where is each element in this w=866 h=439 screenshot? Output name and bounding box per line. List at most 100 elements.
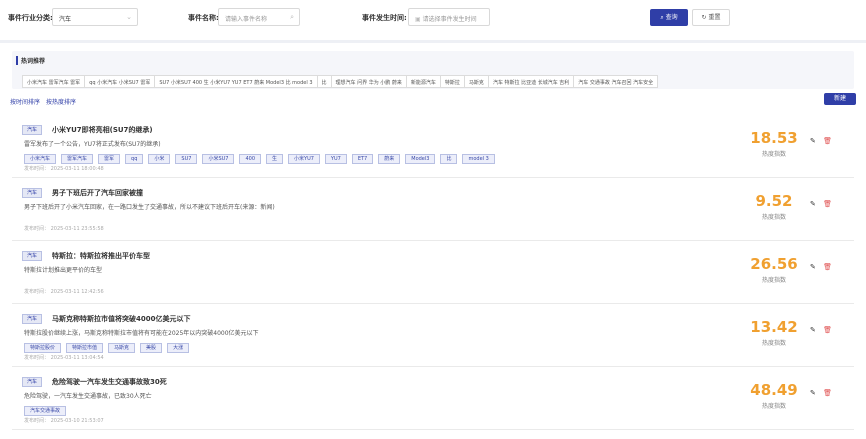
event-tag[interactable]: 蔚来 (378, 154, 401, 164)
sort-tabs: 按时间排序 按热度排序 (10, 97, 80, 106)
heat-score-label: 热度指数 (761, 340, 786, 347)
keyword-chip[interactable]: 特斯拉 (439, 75, 465, 88)
heat-score: 18.53 热度指数 (744, 129, 804, 158)
edit-icon[interactable]: ✎ (810, 200, 816, 208)
reset-button-label: 重置 (708, 14, 721, 21)
event-category-badge: 汽车 (22, 377, 43, 387)
event-tag[interactable]: 汽车交通事故 (24, 406, 67, 416)
event-tag[interactable]: 400 (239, 154, 261, 164)
edit-icon[interactable]: ✎ (810, 137, 816, 145)
event-title[interactable]: 马斯克称特斯拉市值将突破4000亿美元以下 (52, 314, 190, 324)
keyword-list: 小米汽车 雷军汽车 雷军 qq 小米汽车 小米SU7 雷军 SU7 小米SU7 40… (22, 75, 659, 88)
event-tag[interactable]: 大涨 (167, 343, 190, 353)
keyword-chip[interactable]: 新能源汽车 (405, 75, 441, 88)
event-tag[interactable]: qq (125, 154, 144, 164)
event-tag[interactable]: model 3 (462, 154, 495, 164)
event-title[interactable]: 男子下班后开了汽车回家被撞 (52, 188, 143, 198)
edit-icon[interactable]: ✎ (810, 263, 816, 271)
event-actions: ✎ 🗑 (810, 326, 832, 334)
heat-score-value: 13.42 (750, 318, 798, 336)
event-tag[interactable]: Model3 (405, 154, 436, 164)
event-tag[interactable]: 特斯拉股价 (24, 343, 62, 353)
heat-score: 9.52 热度指数 (744, 192, 804, 221)
event-tag[interactable]: 雷军汽车 (61, 154, 94, 164)
event-tag[interactable]: 马斯克 (108, 343, 136, 353)
event-title[interactable]: 危险驾驶一汽车发生交通事故致30死 (52, 377, 167, 387)
event-tag[interactable]: SU7 (175, 154, 198, 164)
industry-label: 事件行业分类: (8, 14, 53, 22)
event-tag[interactable]: 雷军 (98, 154, 121, 164)
keyword-chip[interactable]: 汽车 特斯拉 比亚迪 长城汽车 吉利 (487, 75, 575, 88)
keyword-chip[interactable]: SU7 小米SU7 400 生 小米YU7 YU7 ET7 蔚来 Model3 … (154, 75, 318, 88)
sort-by-heat-tab[interactable]: 按热度排序 (46, 99, 76, 106)
keyword-chip[interactable]: 小米汽车 雷军汽车 雷军 (22, 75, 86, 88)
delete-icon[interactable]: 🗑 (823, 389, 832, 397)
event-item: 汽车 小米YU7即将亮相(SU7的继承) 雷军发布了一个公告，YU7将正式发布(… (12, 115, 854, 178)
event-tag[interactable]: 小米汽车 (24, 154, 57, 164)
event-summary: 危险驾驶，一汽车发生交通事故，已致30人死亡 (24, 393, 152, 400)
event-tag[interactable]: YU7 (324, 154, 347, 164)
event-date: 发布时间： 2025-03-11 18:00:48 (24, 166, 104, 172)
event-title[interactable]: 小米YU7即将亮相(SU7的继承) (52, 125, 153, 135)
heat-score-value: 26.56 (750, 255, 798, 273)
heat-score-label: 热度指数 (761, 214, 786, 221)
event-item: 汽车 马斯克称特斯拉市值将突破4000亿美元以下 特斯拉股价继续上涨，马斯克称特… (12, 304, 854, 367)
event-tag[interactable]: 比 (440, 154, 458, 164)
delete-icon[interactable]: 🗑 (823, 137, 832, 145)
event-tag[interactable]: 美股 (140, 343, 163, 353)
event-summary: 特斯拉股价继续上涨，马斯克称特斯拉市值将有可能在2025年以内突破4000亿美元… (24, 330, 259, 337)
time-picker[interactable]: ▣ 请选择事件发生时间 (408, 8, 490, 26)
keyword-chip[interactable]: 马斯克 (463, 75, 489, 88)
event-summary: 特斯拉计划推出更平价的车型 (24, 267, 103, 274)
delete-icon[interactable]: 🗑 (823, 263, 832, 271)
event-category-badge: 汽车 (22, 251, 43, 261)
event-tag[interactable]: 生 (266, 154, 284, 164)
event-item: 汽车 特斯拉：特斯拉将推出平价车型 特斯拉计划推出更平价的车型 发布时间： 20… (12, 241, 854, 304)
event-actions: ✎ 🗑 (810, 200, 832, 208)
keyword-chip[interactable]: 比 (316, 75, 332, 88)
heat-score: 26.56 热度指数 (744, 255, 804, 284)
event-category-badge: 汽车 (22, 188, 43, 198)
heat-score-value: 9.52 (755, 192, 793, 210)
delete-icon[interactable]: 🗑 (823, 326, 832, 334)
edit-icon[interactable]: ✎ (810, 326, 816, 334)
event-tags: 汽车交通事故 (24, 406, 71, 416)
event-summary: 男子下班后开了小米汽车回家，在一路口发生了交通事故，所以不建议下班后开车(来源：… (24, 204, 275, 211)
event-date: 发布时间： 2025-03-11 13:04:54 (24, 355, 104, 361)
event-item: 汽车 男子下班后开了汽车回家被撞 男子下班后开了小米汽车回家，在一路口发生了交通… (12, 178, 854, 241)
event-tags: 小米汽车 雷军汽车 雷军 qq 小米 SU7 小米SU7 400 生小米YU7 YU7 ET7 蔚来 M… (24, 154, 500, 164)
name-input-placeholder: 请输入事件名称 (225, 16, 268, 23)
keyword-chip[interactable]: 理想汽车 问界 华为 小鹏 蔚来 (330, 75, 407, 88)
calendar-icon: ▣ (415, 16, 423, 23)
add-event-button[interactable]: 新建 (824, 93, 856, 105)
event-date: 发布时间： 2025-03-11 23:55:58 (24, 226, 104, 232)
event-date: 发布时间： 2025-03-11 12:42:56 (24, 289, 104, 295)
sort-by-time-tab[interactable]: 按时间排序 (10, 99, 40, 106)
search-button[interactable]: ⌕ 查询 (650, 9, 688, 26)
event-list: 汽车 小米YU7即将亮相(SU7的继承) 雷军发布了一个公告，YU7将正式发布(… (12, 115, 854, 430)
heat-score-label: 热度指数 (761, 403, 786, 410)
event-date: 发布时间： 2025-03-10 21:53:07 (24, 418, 104, 424)
filter-bar: 事件行业分类: 汽车 ⌄ 事件名称: 请输入事件名称 ⌕ 事件发生时间: ▣ 请… (0, 0, 866, 40)
keyword-chip[interactable]: qq 小米汽车 小米SU7 雷军 (84, 75, 156, 88)
heat-score-value: 48.49 (750, 381, 798, 399)
edit-icon[interactable]: ✎ (810, 389, 816, 397)
time-label: 事件发生时间: (362, 14, 407, 22)
event-tag[interactable]: 小米SU7 (202, 154, 235, 164)
event-tag[interactable]: 小米YU7 (288, 154, 320, 164)
industry-select[interactable]: 汽车 ⌄ (52, 8, 138, 26)
event-tag[interactable]: 小米 (148, 154, 171, 164)
delete-icon[interactable]: 🗑 (823, 200, 832, 208)
event-tag[interactable]: ET7 (351, 154, 374, 164)
event-summary: 雷军发布了一个公告，YU7将正式发布(SU7的继承) (24, 141, 161, 148)
event-category-badge: 汽车 (22, 314, 43, 324)
time-picker-placeholder: 请选择事件发生时间 (422, 16, 477, 23)
reset-button[interactable]: ↻ 重置 (692, 9, 730, 26)
event-title[interactable]: 特斯拉：特斯拉将推出平价车型 (52, 251, 150, 261)
name-input[interactable]: 请输入事件名称 ⌕ (218, 8, 300, 26)
keyword-chip[interactable]: 汽车 交通事故 汽车召回 汽车安全 (573, 75, 659, 88)
event-tag[interactable]: 特斯拉市值 (66, 343, 104, 353)
heat-score: 13.42 热度指数 (744, 318, 804, 347)
event-actions: ✎ 🗑 (810, 263, 832, 271)
event-tags: 特斯拉股价 特斯拉市值 马斯克 美股 大涨 (24, 343, 194, 353)
